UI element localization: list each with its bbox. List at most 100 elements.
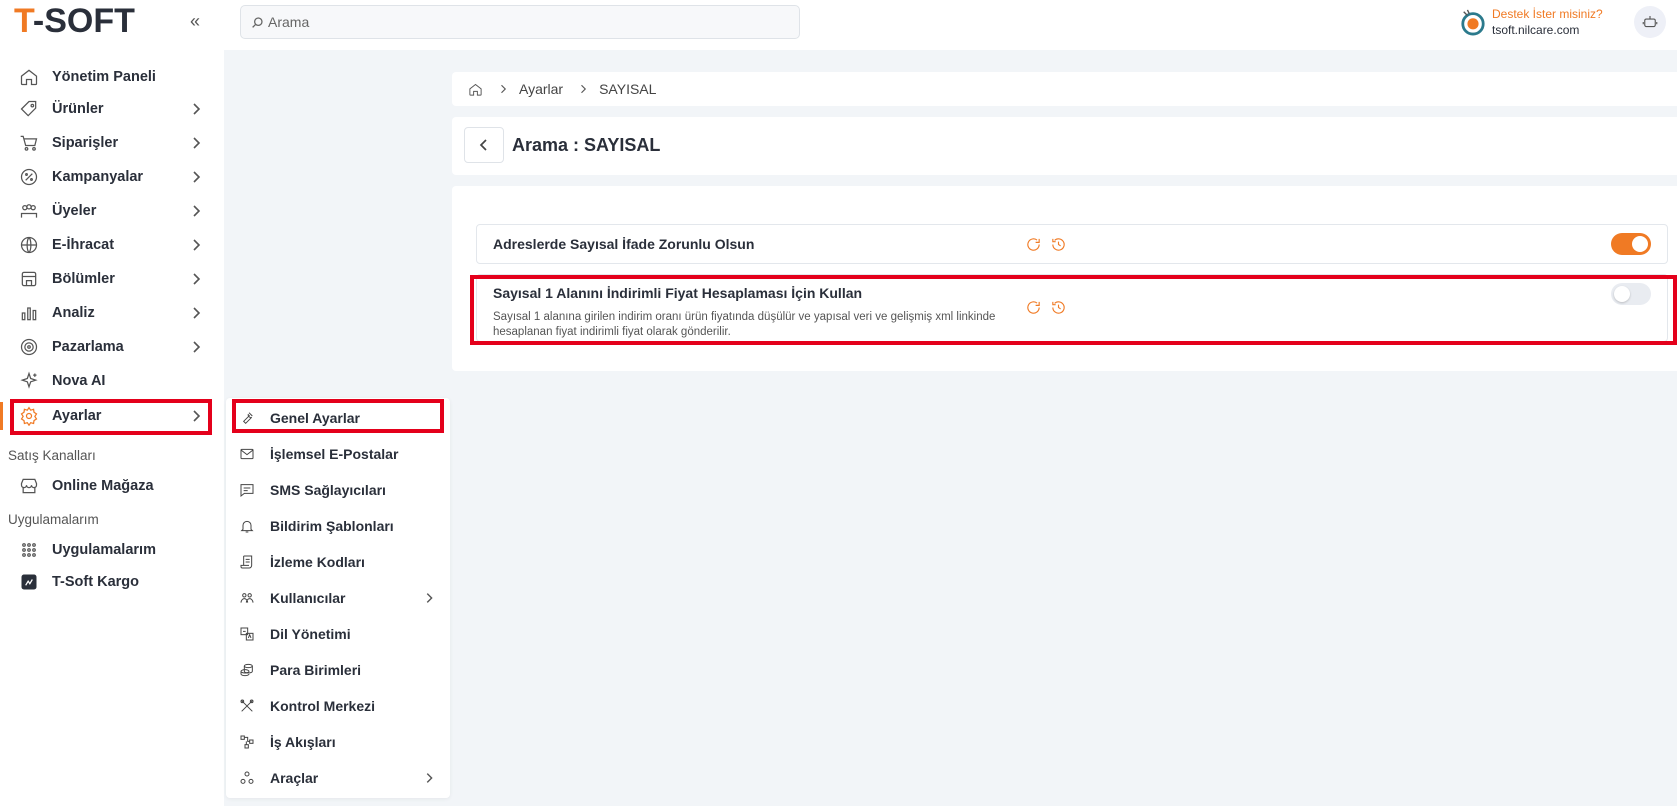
chevron-left-icon — [479, 139, 487, 151]
store-icon — [18, 475, 40, 497]
tag-icon — [18, 98, 40, 120]
chevron-right-icon — [188, 271, 204, 287]
setting-label: Sayısal 1 Alanını İndirimli Fiyat Hesapl… — [493, 285, 863, 301]
support-agent-icon — [1461, 9, 1485, 36]
setting-row-sayisal-1-indirim: Sayısal 1 Alanını İndirimli Fiyat Hesapl… — [476, 274, 1668, 342]
sidebar-item-siparisler[interactable]: Siparişler — [14, 126, 210, 160]
sidebar-item-label: Online Mağaza — [52, 478, 154, 494]
sidebar-item-uygulamalarim[interactable]: Uygulamalarım — [14, 533, 210, 567]
chart-icon — [18, 302, 40, 324]
sidebar-item-label: Uygulamalarım — [52, 542, 156, 558]
chevron-right-icon — [188, 305, 204, 321]
sidebar-item-label: Ayarlar — [52, 408, 102, 424]
submenu-item-label: Bildirim Şablonları — [270, 518, 394, 534]
history-icon[interactable] — [1050, 236, 1067, 253]
globe-icon — [18, 234, 40, 256]
submenu-item-label: İşlemsel E-Postalar — [270, 446, 399, 462]
submenu-item-label: Kullanıcılar — [270, 590, 346, 606]
submenu-item-kullanicilar[interactable]: Kullanıcılar — [238, 582, 438, 614]
cart-icon — [18, 132, 40, 154]
sidebar-item-tsoft-kargo[interactable]: T-Soft Kargo — [14, 565, 210, 599]
breadcrumb-item-current: SAYISAL — [599, 81, 657, 97]
sidebar-item-label: Kampanyalar — [52, 169, 144, 185]
submenu-item-label: İş Akışları — [270, 734, 336, 750]
submenu-item-sms-saglayicilari[interactable]: SMS Sağlayıcıları — [238, 474, 438, 506]
setting-row-adreslerde-sayisal: Adreslerde Sayısal İfade Zorunlu Olsun — [476, 224, 1668, 264]
chevron-right-icon — [188, 339, 204, 355]
sidebar-item-nova-ai[interactable]: Nova AI — [14, 364, 210, 398]
chevron-right-icon — [188, 101, 204, 117]
coins-icon — [238, 661, 256, 679]
submenu-item-islemsel-e-postalar[interactable]: İşlemsel E-Postalar — [238, 438, 438, 470]
sidebar-item-label: Nova AI — [52, 373, 106, 389]
refresh-icon[interactable] — [1025, 236, 1042, 253]
sidebar-item-label: Ürünler — [52, 101, 104, 117]
store-icon — [18, 268, 40, 290]
search-icon — [252, 16, 263, 28]
sidebar: T-SOFT « Yönetim Paneli Ürünler Siparişl… — [0, 0, 224, 806]
sidebar-item-online-magaza[interactable]: Online Mağaza — [14, 469, 210, 503]
sidebar-item-bolumler[interactable]: Bölümler — [14, 262, 210, 296]
support-domain: tsoft.nilcare.com — [1492, 23, 1580, 37]
sidebar-item-analiz[interactable]: Analiz — [14, 296, 210, 330]
section-title-apps: Uygulamalarım — [8, 512, 99, 527]
submenu-item-dil-yonetimi[interactable]: Dil Yönetimi — [238, 618, 438, 650]
submenu-item-araclar[interactable]: Araçlar — [238, 762, 438, 794]
collapse-sidebar-button[interactable]: « — [184, 10, 206, 32]
submenu-item-is-akislari[interactable]: İş Akışları — [238, 726, 438, 758]
breadcrumb-item-ayarlar[interactable]: Ayarlar — [519, 81, 563, 97]
sidebar-item-ayarlar[interactable]: Ayarlar — [14, 399, 210, 433]
history-icon[interactable] — [1050, 299, 1067, 316]
tsoft-logo[interactable]: T-SOFT — [14, 2, 135, 41]
submenu-item-label: Dil Yönetimi — [270, 626, 351, 642]
logo-letter: T — [14, 2, 33, 40]
home-icon[interactable] — [468, 82, 483, 97]
chevron-right-icon — [188, 135, 204, 151]
workflow-icon — [238, 733, 256, 751]
toggle-switch-adreslerde-sayisal[interactable] — [1611, 233, 1651, 255]
toggle-knob — [1614, 286, 1630, 302]
submenu-item-label: Araçlar — [270, 770, 319, 786]
submenu-item-genel-ayarlar[interactable]: Genel Ayarlar — [238, 402, 438, 434]
sidebar-item-pazarlama[interactable]: Pazarlama — [14, 330, 210, 364]
sidebar-item-uyeler[interactable]: Üyeler — [14, 194, 210, 228]
sidebar-item-label: Üyeler — [52, 203, 97, 219]
robot-icon — [1642, 16, 1658, 28]
wrench-icon — [238, 409, 256, 427]
message-icon — [238, 481, 256, 499]
submenu-item-bildirim-sablonlari[interactable]: Bildirim Şablonları — [238, 510, 438, 542]
submenu-item-izleme-kodlari[interactable]: İzleme Kodları — [238, 546, 438, 578]
setting-label: Adreslerde Sayısal İfade Zorunlu Olsun — [493, 236, 755, 252]
search-placeholder: Arama — [268, 14, 310, 30]
chevron-right-icon — [188, 408, 204, 424]
active-indicator — [0, 402, 3, 430]
sidebar-item-label: Bölümler — [52, 271, 115, 287]
assistant-bot-button[interactable] — [1634, 6, 1666, 38]
support-link[interactable]: Destek İster misiniz? tsoft.nilcare.com — [1460, 6, 1603, 38]
sidebar-item-e-ihracat[interactable]: E-İhracat — [14, 228, 210, 262]
setting-description: Sayısal 1 alanına girilen indirim oranı … — [493, 311, 996, 338]
mail-icon — [238, 445, 256, 463]
translate-icon — [238, 625, 256, 643]
back-button[interactable] — [464, 127, 504, 163]
submenu-item-kontrol-merkezi[interactable]: Kontrol Merkezi — [238, 690, 438, 722]
submenu-item-label: Para Birimleri — [270, 662, 362, 678]
section-title-sales-channels: Satış Kanalları — [8, 448, 96, 463]
chevron-right-icon — [497, 83, 509, 95]
page-title: Arama : SAYISAL — [512, 135, 661, 155]
home-icon — [18, 66, 40, 88]
toggle-knob — [1632, 236, 1648, 252]
chevron-right-icon — [188, 169, 204, 185]
submenu-item-label: Kontrol Merkezi — [270, 698, 376, 714]
toggle-switch-sayisal-1-indirim[interactable] — [1611, 283, 1651, 305]
sidebar-item-kampanyalar[interactable]: Kampanyalar — [14, 160, 210, 194]
submenu-item-para-birimleri[interactable]: Para Birimleri — [238, 654, 438, 686]
target-icon — [18, 336, 40, 358]
sidebar-item-yonetim-paneli[interactable]: Yönetim Paneli — [14, 60, 210, 94]
logo-text: -SOFT — [32, 2, 135, 40]
gear-icon — [18, 405, 40, 427]
chevron-right-icon — [188, 203, 204, 219]
refresh-icon[interactable] — [1025, 299, 1042, 316]
search-input[interactable]: Arama — [240, 5, 800, 39]
sidebar-item-urunler[interactable]: Ürünler — [14, 92, 210, 126]
